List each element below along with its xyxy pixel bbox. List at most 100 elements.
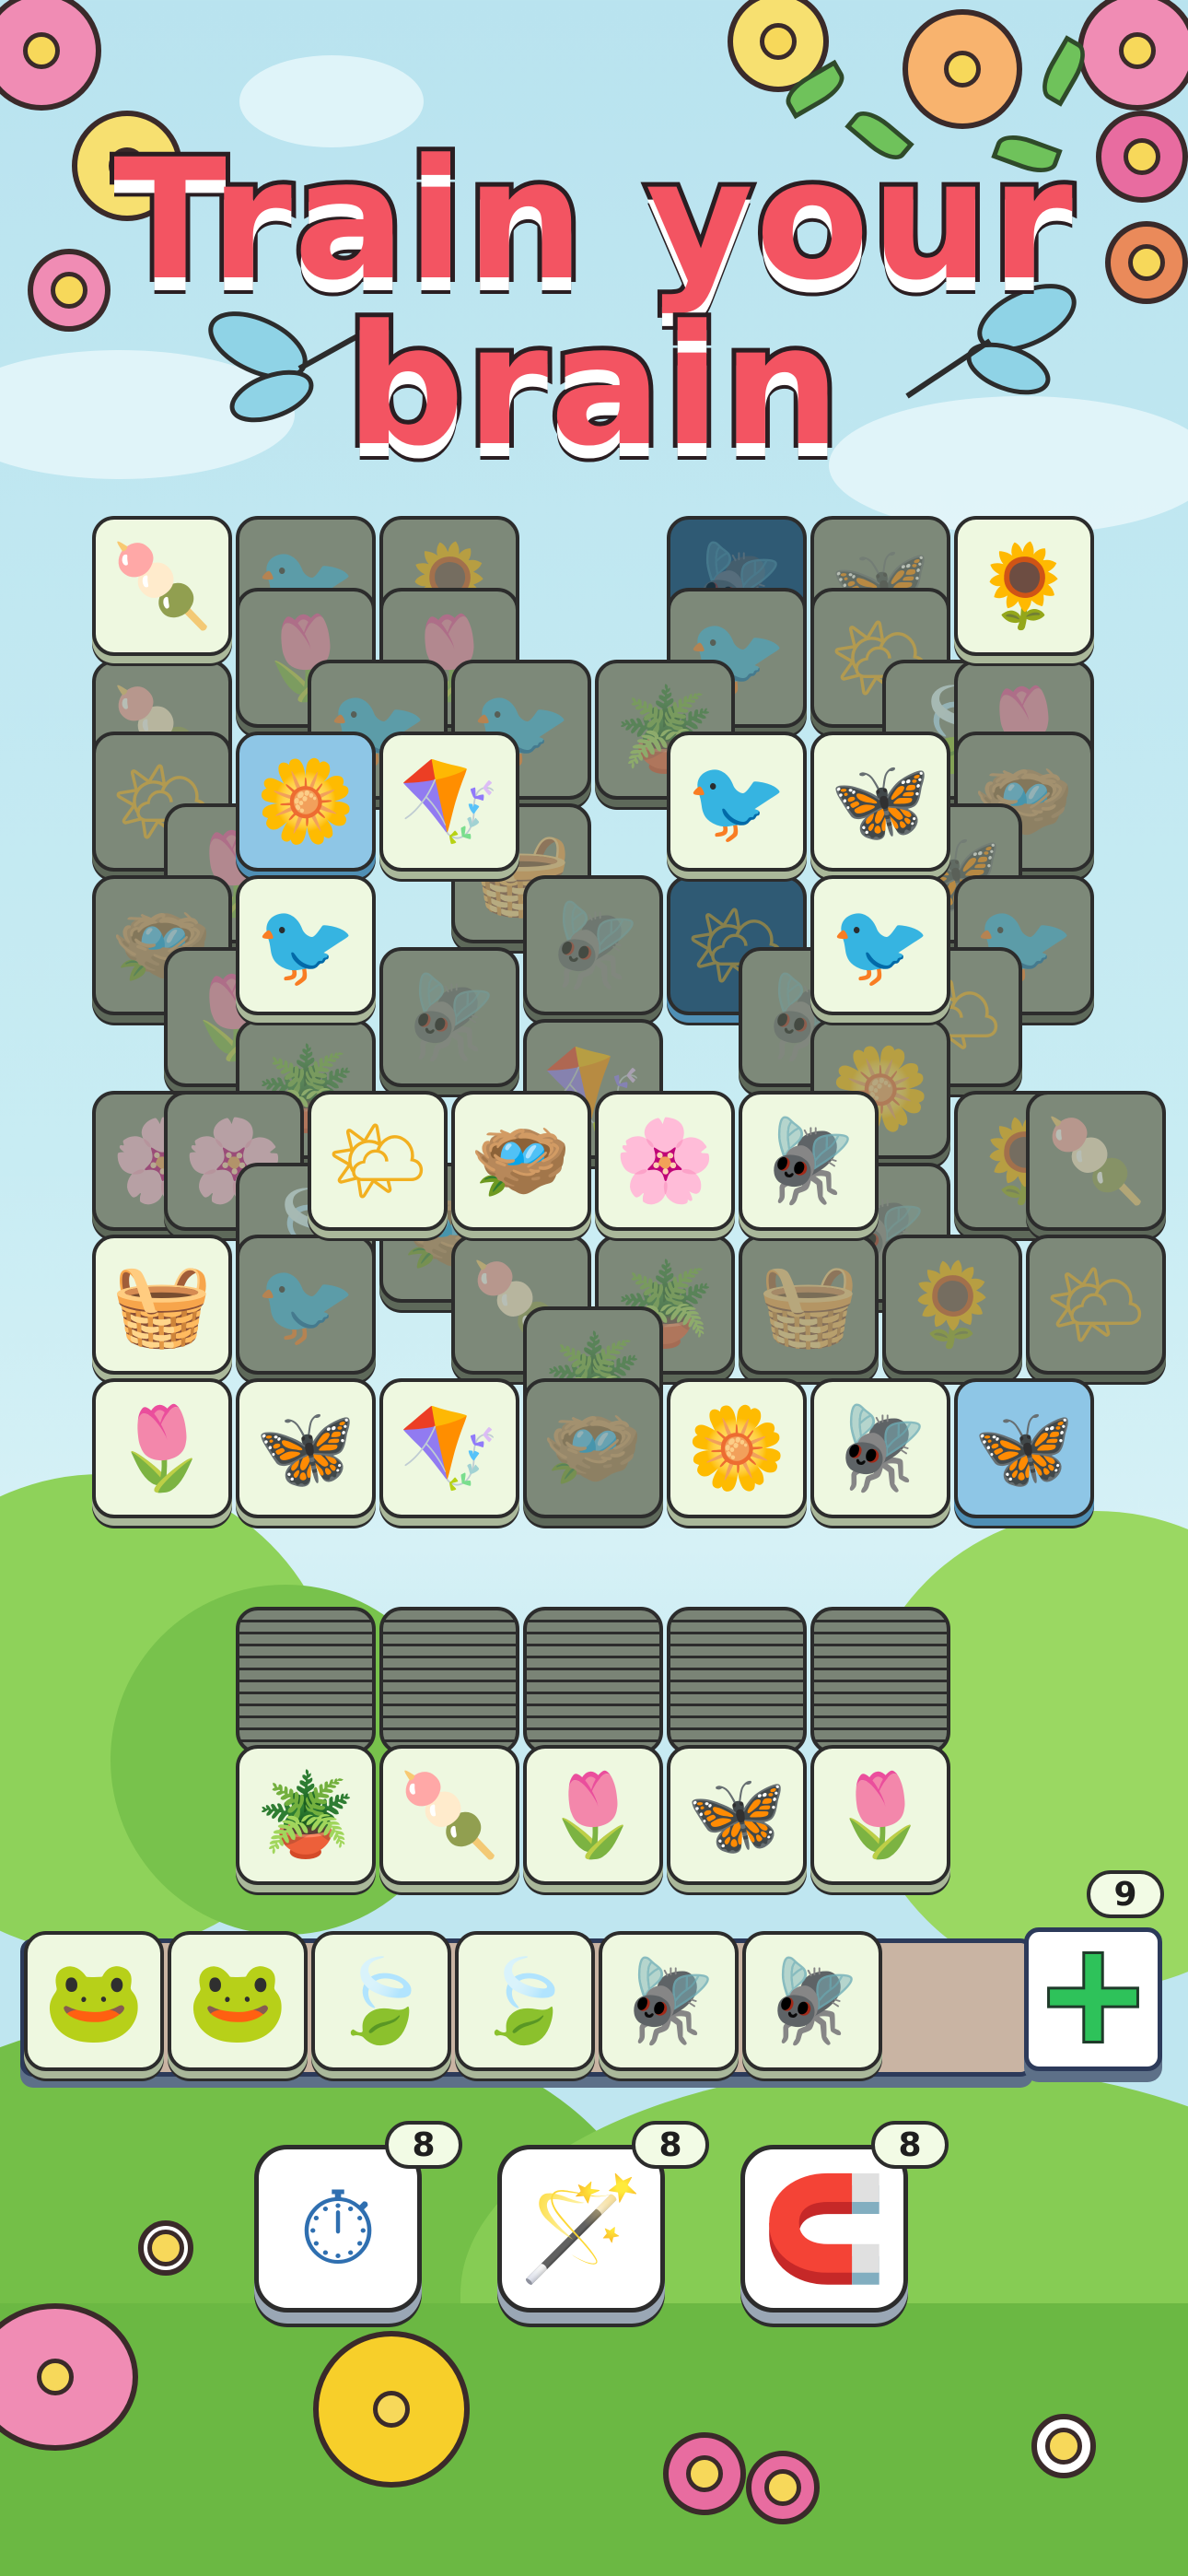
wand-booster-count: 8 xyxy=(632,2121,709,2169)
tile-covered: 🌤 xyxy=(1026,1235,1166,1375)
dragonfly-icon: 🪰 xyxy=(758,1113,859,1208)
frog-icon: 🐸 xyxy=(43,1953,145,2048)
tray-tile: 🪰 xyxy=(599,1931,739,2071)
tile-open[interactable]: 🐦 xyxy=(667,732,807,872)
tile-open[interactable]: 🪁 xyxy=(379,1378,519,1518)
magnet-booster-button[interactable]: 🧲 xyxy=(740,2145,908,2313)
tile-open[interactable]: 🦋 xyxy=(236,1378,376,1518)
dragonfly-icon: 🪰 xyxy=(542,897,644,992)
add-slot-button[interactable]: + xyxy=(1024,1914,1162,2074)
stack-back xyxy=(667,1607,807,1754)
magnet-icon: 🧲 xyxy=(761,2170,888,2288)
tile-open[interactable]: 🍡 xyxy=(92,516,232,656)
sunflower-decoration xyxy=(313,2331,470,2488)
tile-open[interactable]: 🧺 xyxy=(92,1235,232,1375)
tile-covered: 🪰 xyxy=(523,875,663,1015)
pink-flower-decoration xyxy=(0,2303,138,2451)
bird-icon: 🐦 xyxy=(830,897,931,992)
dragonfly-icon: 🪰 xyxy=(762,1953,863,2048)
butterfly-icon: 🦋 xyxy=(255,1400,356,1495)
headline-line-1: Train your xyxy=(109,124,1077,317)
shovel-icon: 🌻 xyxy=(902,1257,1003,1352)
tray-tile: 🍃 xyxy=(311,1931,451,2071)
tile-covered: 🍡 xyxy=(1026,1091,1166,1231)
yellow-flower-decoration xyxy=(728,0,829,92)
popsicle-icon: 🍡 xyxy=(111,538,213,633)
stack-back xyxy=(379,1607,519,1754)
stack-top-tile[interactable]: 🌷 xyxy=(810,1745,950,1885)
tile-covered: 🐦 xyxy=(236,1235,376,1375)
butterfly-icon: 🦋 xyxy=(830,754,931,849)
clock-booster-button[interactable]: ⏱ xyxy=(254,2145,422,2313)
magic-wand-icon: 🪄 xyxy=(518,2170,645,2288)
daisy-icon: 🌼 xyxy=(686,1400,787,1495)
flowerpot-icon: 🪴 xyxy=(255,1767,356,1862)
stack-back xyxy=(523,1607,663,1754)
frog-icon: 🐸 xyxy=(187,1953,288,2048)
add-slot-count-badge: 9 xyxy=(1087,1870,1164,1918)
butterfly-icon: 🦋 xyxy=(686,1767,787,1862)
pink-flower-decoration xyxy=(746,2451,820,2524)
plus-icon: + xyxy=(1032,1914,1154,2074)
tile-open[interactable]: 🦋 xyxy=(810,732,950,872)
popsicle-icon: 🍡 xyxy=(1045,1113,1147,1208)
tile-covered: 🪰 xyxy=(379,947,519,1087)
kite-icon: 🪁 xyxy=(399,1400,500,1495)
tile-open[interactable]: 🌤 xyxy=(308,1091,448,1231)
daisy-icon: 🌼 xyxy=(255,754,356,849)
tile-open[interactable]: 🌼 xyxy=(667,1378,807,1518)
basket-icon: 🧺 xyxy=(111,1257,213,1352)
butterfly-icon: 🦋 xyxy=(973,1400,1075,1495)
tray-tile: 🐸 xyxy=(24,1931,164,2071)
tulips-icon: 🌷 xyxy=(542,1767,644,1862)
shovel-icon: 🌻 xyxy=(973,538,1075,633)
stack-top-tile[interactable]: 🌷 xyxy=(523,1745,663,1885)
dragonfly-icon: 🪰 xyxy=(618,1953,719,2048)
bird-icon: 🐦 xyxy=(255,897,356,992)
tray-tile: 🪰 xyxy=(742,1931,882,2071)
pink-flower-decoration xyxy=(663,2432,746,2515)
tile-covered: 🌻 xyxy=(882,1235,1022,1375)
branch-icon: 🌸 xyxy=(614,1113,716,1208)
tile-open[interactable]: 🪰 xyxy=(739,1091,879,1231)
tile-selected[interactable]: 🌼 xyxy=(236,732,376,872)
tile-open[interactable]: 🌻 xyxy=(954,516,1094,656)
stack-back xyxy=(810,1607,950,1754)
bird-icon: 🐦 xyxy=(255,1257,356,1352)
tray-tile: 🍃 xyxy=(455,1931,595,2071)
white-flower-decoration xyxy=(1031,2414,1096,2478)
tile-open[interactable]: 🌸 xyxy=(595,1091,735,1231)
stack-top-tile[interactable]: 🍡 xyxy=(379,1745,519,1885)
tile-covered: 🧺 xyxy=(739,1235,879,1375)
clock-icon: ⏱ xyxy=(298,2170,378,2288)
wand-booster-button[interactable]: 🪄 xyxy=(497,2145,665,2313)
tile-open[interactable]: 🐦 xyxy=(810,875,950,1015)
dragonfly-icon: 🪰 xyxy=(830,1400,931,1495)
basket-icon: 🧺 xyxy=(758,1257,859,1352)
tile-open[interactable]: 🪰 xyxy=(810,1378,950,1518)
tile-open[interactable]: 🌷 xyxy=(92,1378,232,1518)
nest-icon: 🪺 xyxy=(542,1400,644,1495)
headline-line-2: brain xyxy=(342,290,845,483)
tray-tile: 🐸 xyxy=(168,1931,308,2071)
leaf-icon: 🍃 xyxy=(331,1953,432,2048)
bird-icon: 🐦 xyxy=(686,754,787,849)
white-flower-decoration xyxy=(138,2220,193,2276)
stack-top-tile[interactable]: 🦋 xyxy=(667,1745,807,1885)
tile-covered: 🪺 xyxy=(523,1378,663,1518)
pink-flower-decoration xyxy=(1077,0,1188,111)
clock-booster-count: 8 xyxy=(385,2121,462,2169)
tulips-icon: 🌷 xyxy=(830,1767,931,1862)
dragonfly-icon: 🪰 xyxy=(399,969,500,1064)
tile-open[interactable]: 🪁 xyxy=(379,732,519,872)
tulips-icon: 🌷 xyxy=(111,1400,213,1495)
leaf-icon: 🍃 xyxy=(474,1953,576,2048)
nest-icon: 🪺 xyxy=(471,1113,572,1208)
orange-flower-decoration xyxy=(903,9,1022,129)
tile-open[interactable]: 🐦 xyxy=(236,875,376,1015)
stack-back xyxy=(236,1607,376,1754)
tile-selected[interactable]: 🦋 xyxy=(954,1378,1094,1518)
stack-top-tile[interactable]: 🪴 xyxy=(236,1745,376,1885)
popsicle-icon: 🍡 xyxy=(399,1767,500,1862)
tile-open[interactable]: 🪺 xyxy=(451,1091,591,1231)
